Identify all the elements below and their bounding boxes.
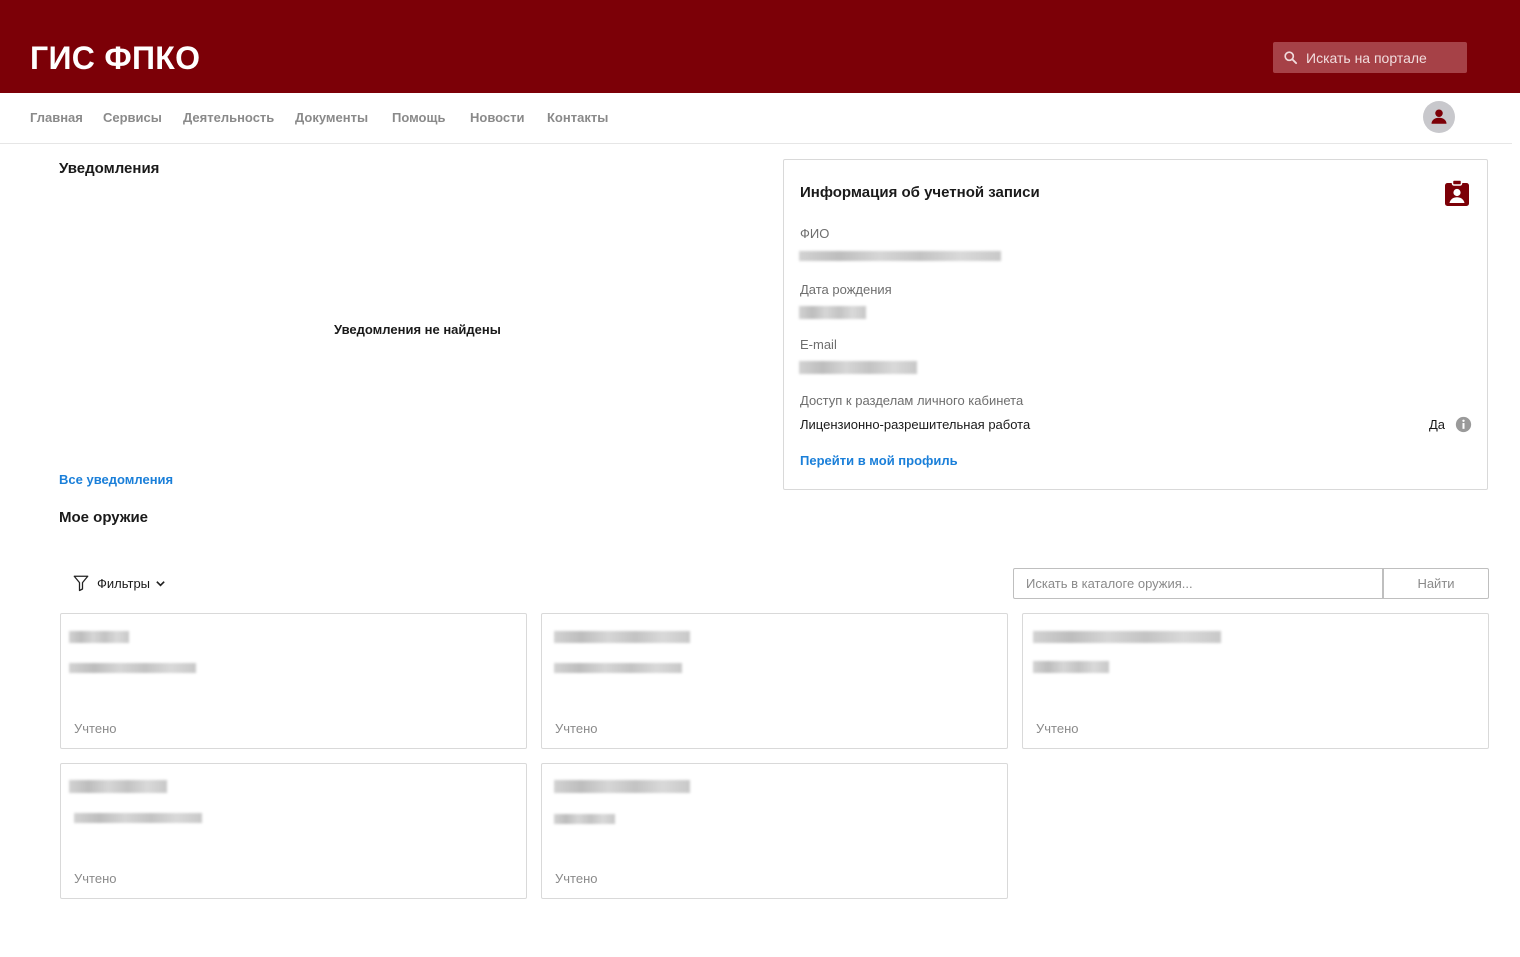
user-icon — [1431, 109, 1447, 124]
weapon-name-redacted — [1033, 631, 1221, 643]
user-avatar[interactable] — [1423, 101, 1455, 133]
access-section-name: Лицензионно-разрешительная работа — [800, 417, 1031, 432]
weapon-name-redacted — [69, 631, 129, 643]
weapon-details-redacted — [554, 814, 615, 824]
fio-label: ФИО — [800, 226, 830, 241]
weapon-details-redacted — [69, 663, 196, 673]
notifications-empty-message: Уведомления не найдены — [334, 322, 501, 337]
weapon-status: Учтено — [74, 871, 117, 886]
portal-search-box[interactable]: Искать на портале — [1273, 42, 1467, 73]
nav-item-home[interactable]: Главная — [30, 110, 83, 125]
all-notifications-link[interactable]: Все уведомления — [59, 472, 173, 487]
nav-item-services[interactable]: Сервисы — [103, 110, 162, 125]
weapon-card[interactable]: Учтено — [60, 763, 527, 899]
nav-item-activity[interactable]: Деятельность — [183, 110, 274, 125]
nav-item-help[interactable]: Помощь — [392, 110, 445, 125]
weapon-details-redacted — [554, 663, 682, 673]
nav-item-contacts[interactable]: Контакты — [547, 110, 608, 125]
weapon-catalog-search-input[interactable] — [1013, 568, 1383, 599]
weapon-card[interactable]: Учтено — [541, 613, 1008, 749]
weapon-details-redacted — [74, 813, 202, 823]
nav-item-documents[interactable]: Документы — [295, 110, 368, 125]
account-badge-icon — [1445, 179, 1469, 206]
chevron-down-icon — [156, 580, 165, 587]
account-info-card: Информация об учетной записи ФИО Дата ро… — [783, 159, 1488, 490]
profile-link[interactable]: Перейти в мой профиль — [800, 453, 958, 468]
filters-toggle[interactable]: Фильтры — [72, 574, 166, 592]
weapon-details-redacted — [1033, 661, 1109, 673]
birth-date-label: Дата рождения — [800, 282, 892, 297]
weapon-name-redacted — [554, 631, 690, 643]
email-value-redacted — [799, 361, 917, 374]
weapon-card[interactable]: Учтено — [1022, 613, 1489, 749]
weapons-title: Мое оружие — [59, 509, 149, 526]
notifications-title: Уведомления — [59, 160, 160, 177]
find-button[interactable]: Найти — [1383, 568, 1489, 599]
access-label: Доступ к разделам личного кабинета — [800, 393, 1024, 408]
top-header: ГИС ФПКО Искать на портале — [0, 0, 1520, 93]
portal-search-placeholder: Искать на портале — [1306, 49, 1427, 66]
account-info-title: Информация об учетной записи — [800, 184, 1040, 201]
weapon-status: Учтено — [1036, 721, 1079, 736]
weapon-status: Учтено — [555, 721, 598, 736]
filters-label: Фильтры — [97, 575, 151, 591]
weapon-card[interactable]: Учтено — [541, 763, 1008, 899]
main-nav: Главная Сервисы Деятельность Документы П… — [0, 93, 1512, 144]
weapon-name-redacted — [554, 780, 690, 793]
fio-value-redacted — [799, 251, 1001, 261]
weapon-name-redacted — [69, 780, 167, 793]
birth-date-value-redacted — [799, 306, 866, 319]
weapon-card[interactable]: Учтено — [60, 613, 527, 749]
info-icon[interactable] — [1455, 416, 1472, 433]
site-logo[interactable]: ГИС ФПКО — [30, 38, 200, 78]
access-section-value: Да — [1429, 417, 1446, 432]
weapon-status: Учтено — [74, 721, 117, 736]
filter-icon — [73, 575, 89, 592]
weapon-status: Учтено — [555, 871, 598, 886]
nav-item-news[interactable]: Новости — [470, 110, 525, 125]
email-label: E-mail — [800, 337, 837, 352]
search-icon — [1284, 51, 1298, 65]
